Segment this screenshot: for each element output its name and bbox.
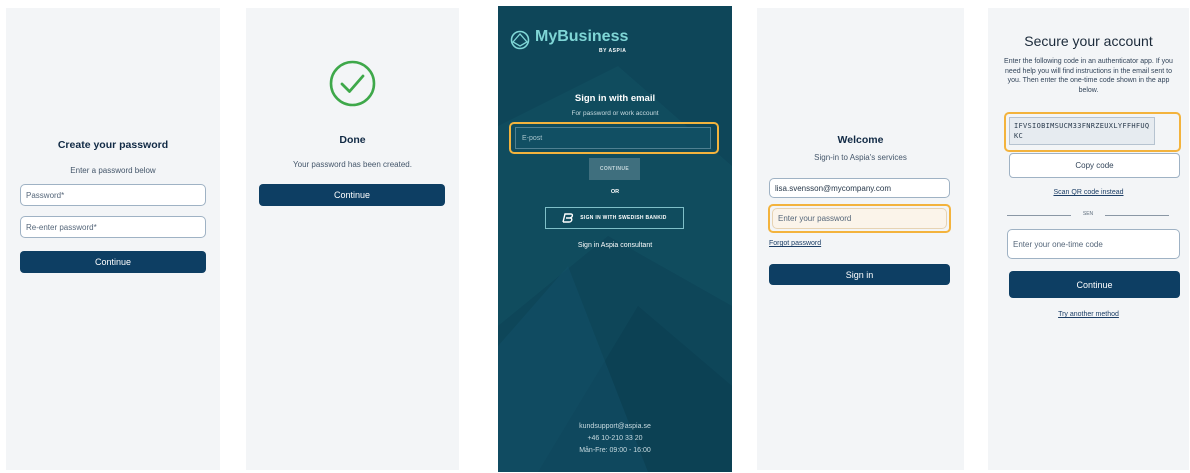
- done-message: Your password has been created.: [293, 160, 412, 169]
- continue-button[interactable]: Continue: [259, 184, 445, 206]
- secure-title: Secure your account: [1024, 33, 1153, 49]
- or-divider: OR: [610, 189, 620, 195]
- continue-button[interactable]: Continue: [20, 251, 206, 273]
- secure-instructions: Enter the following code in an authentic…: [1004, 58, 1173, 94]
- sign-in-button[interactable]: Sign in: [769, 264, 950, 285]
- email-input[interactable]: E-post: [515, 127, 711, 149]
- reenter-password-field[interactable]: Re-enter password*: [20, 216, 206, 238]
- panel-secure-account: Secure your account Enter the following …: [988, 8, 1189, 470]
- authenticator-code: IFVSIOBIMSUCM33FNRZEUXLYFFHFUQKC: [1009, 117, 1155, 145]
- continue-button[interactable]: CONTINUE: [589, 158, 640, 180]
- success-check-icon: [329, 60, 376, 107]
- bankid-label: SIGN IN WITH SWEDISH BANKID: [580, 215, 667, 221]
- panel-welcome: Welcome Sign-in to Aspia's services lisa…: [757, 8, 964, 470]
- consultant-link[interactable]: Sign in Aspia consultant: [498, 242, 732, 249]
- welcome-subtitle: Sign-in to Aspia's services: [814, 153, 907, 162]
- email-field[interactable]: lisa.svensson@mycompany.com: [769, 178, 950, 198]
- scan-qr-link[interactable]: Scan QR code instead: [988, 189, 1189, 196]
- support-hours: Mån-Fre: 09:00 - 16:00: [579, 447, 651, 454]
- brand-name: MyBusiness: [535, 28, 629, 45]
- password-field[interactable]: Password*: [20, 184, 206, 206]
- support-phone: +46 10-210 33 20: [587, 435, 643, 442]
- password-field[interactable]: Enter your password: [772, 208, 947, 229]
- divider-left: [1007, 215, 1071, 216]
- try-another-method-link[interactable]: Try another method: [988, 311, 1189, 318]
- divider-label: SEN: [1082, 211, 1094, 217]
- panel-sign-in-email: MyBusiness BY ASPIA Sign in with email F…: [498, 6, 732, 472]
- one-time-code-field[interactable]: Enter your one-time code: [1007, 229, 1180, 259]
- page-subtitle: Enter a password below: [70, 166, 156, 175]
- bankid-icon: [562, 213, 574, 223]
- divider-right: [1105, 215, 1169, 216]
- bankid-button[interactable]: SIGN IN WITH SWEDISH BANKID: [545, 207, 684, 229]
- done-title: Done: [339, 134, 366, 146]
- forgot-password-link[interactable]: Forgot password: [769, 240, 821, 247]
- brand-subtitle: BY ASPIA: [599, 48, 627, 54]
- mybusiness-logo-icon: [510, 30, 530, 50]
- support-email: kundsupport@aspia.se: [579, 423, 651, 430]
- page-title: Create your password: [57, 139, 169, 151]
- welcome-title: Welcome: [837, 134, 884, 146]
- copy-code-button[interactable]: Copy code: [1009, 153, 1180, 178]
- panel-done: Done Your password has been created. Con…: [246, 8, 459, 470]
- continue-button[interactable]: Continue: [1009, 271, 1180, 298]
- sign-in-title: Sign in with email: [574, 93, 656, 104]
- panel-create-password: Create your password Enter a password be…: [6, 8, 220, 470]
- background-shapes: [498, 66, 732, 472]
- sign-in-subtitle: For password or work account: [571, 110, 659, 117]
